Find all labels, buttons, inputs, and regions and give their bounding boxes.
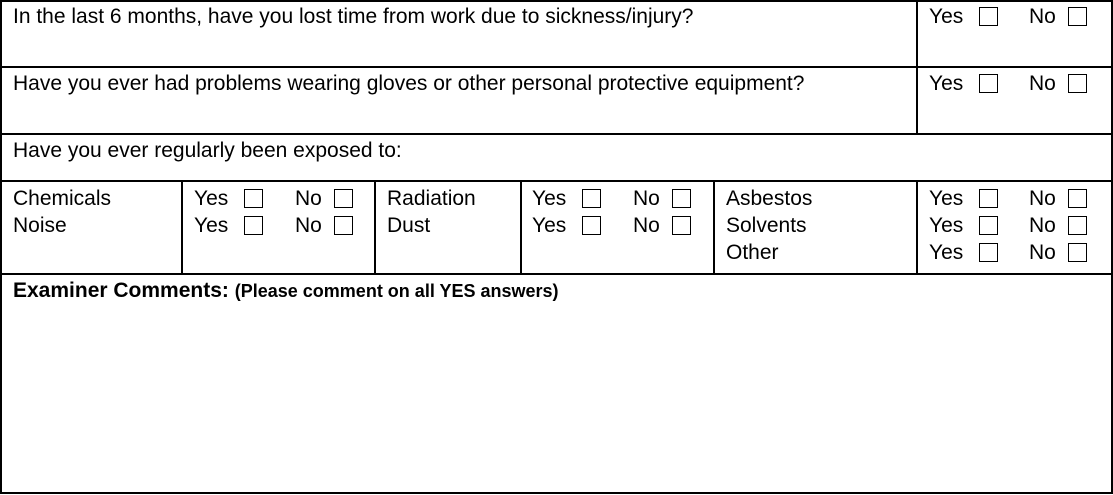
rule-row2-bottom: [0, 133, 1113, 135]
question-ppe-yes-checkbox[interactable]: [979, 74, 998, 93]
exposure-radiation-no-label: No: [633, 187, 660, 210]
exposure-asbestos-label: Asbestos: [726, 187, 813, 210]
rule-row4-bottom: [0, 273, 1113, 275]
rule-bottom: [0, 492, 1113, 494]
health-questionnaire-form: In the last 6 months, have you lost time…: [0, 0, 1113, 495]
question-lost-time-no-label: No: [1029, 5, 1056, 28]
exposure-other-yes-label: Yes: [929, 241, 964, 264]
exposure-solvents-no-label: No: [1029, 214, 1056, 237]
exposure-chemicals-label: Chemicals: [13, 187, 112, 210]
examiner-comments-note: (Please comment on all YES answers): [234, 281, 559, 301]
exposure-asbestos-no-label: No: [1029, 187, 1056, 210]
exposure-solvents-no-checkbox[interactable]: [1068, 216, 1087, 235]
exposure-noise-no-label: No: [295, 214, 322, 237]
exposure-dust-yes-label: Yes: [532, 214, 567, 237]
rule-exposure-div-3: [520, 180, 522, 275]
exposure-other-yes-checkbox[interactable]: [979, 243, 998, 262]
rule-exposure-div-5: [916, 180, 918, 275]
exposure-radiation-no-checkbox[interactable]: [672, 189, 691, 208]
rule-top: [0, 0, 1113, 2]
exposure-asbestos-yes-checkbox[interactable]: [979, 189, 998, 208]
examiner-comments-title: Examiner Comments:: [13, 279, 229, 302]
exposure-noise-no-checkbox[interactable]: [334, 216, 353, 235]
question-ppe-yes-label: Yes: [929, 72, 964, 95]
exposure-noise-yes-checkbox[interactable]: [244, 216, 263, 235]
question-ppe-no-label: No: [1029, 72, 1056, 95]
question-ppe-no-checkbox[interactable]: [1068, 74, 1087, 93]
exposure-solvents-label: Solvents: [726, 214, 807, 237]
exposure-prompt: Have you ever regularly been exposed to:: [13, 139, 402, 162]
exposure-asbestos-yes-label: Yes: [929, 187, 964, 210]
exposure-chemicals-yes-label: Yes: [194, 187, 229, 210]
rule-row3-bottom: [0, 180, 1113, 182]
rule-exposure-div-4: [713, 180, 715, 275]
exposure-chemicals-no-label: No: [295, 187, 322, 210]
exposure-radiation-yes-checkbox[interactable]: [582, 189, 601, 208]
question-lost-time-text: In the last 6 months, have you lost time…: [13, 5, 694, 28]
question-ppe-text: Have you ever had problems wearing glove…: [13, 72, 805, 95]
examiner-comments-area[interactable]: [2, 305, 1111, 491]
exposure-dust-no-checkbox[interactable]: [672, 216, 691, 235]
exposure-dust-no-label: No: [633, 214, 660, 237]
examiner-comments-heading: Examiner Comments: (Please comment on al…: [13, 277, 559, 305]
exposure-other-no-checkbox[interactable]: [1068, 243, 1087, 262]
exposure-asbestos-no-checkbox[interactable]: [1068, 189, 1087, 208]
exposure-noise-label: Noise: [13, 214, 67, 237]
exposure-solvents-yes-label: Yes: [929, 214, 964, 237]
exposure-chemicals-yes-checkbox[interactable]: [244, 189, 263, 208]
exposure-noise-yes-label: Yes: [194, 214, 229, 237]
exposure-other-label: Other: [726, 241, 779, 264]
exposure-dust-yes-checkbox[interactable]: [582, 216, 601, 235]
exposure-radiation-label: Radiation: [387, 187, 476, 210]
rule-answer-divider: [916, 0, 918, 135]
rule-exposure-div-2: [374, 180, 376, 275]
question-lost-time-yes-label: Yes: [929, 5, 964, 28]
question-lost-time-no-checkbox[interactable]: [1068, 7, 1087, 26]
rule-row1-bottom: [0, 66, 1113, 68]
exposure-dust-label: Dust: [387, 214, 431, 237]
exposure-chemicals-no-checkbox[interactable]: [334, 189, 353, 208]
exposure-other-no-label: No: [1029, 241, 1056, 264]
exposure-solvents-yes-checkbox[interactable]: [979, 216, 998, 235]
exposure-radiation-yes-label: Yes: [532, 187, 567, 210]
rule-exposure-div-1: [181, 180, 183, 275]
question-lost-time-yes-checkbox[interactable]: [979, 7, 998, 26]
